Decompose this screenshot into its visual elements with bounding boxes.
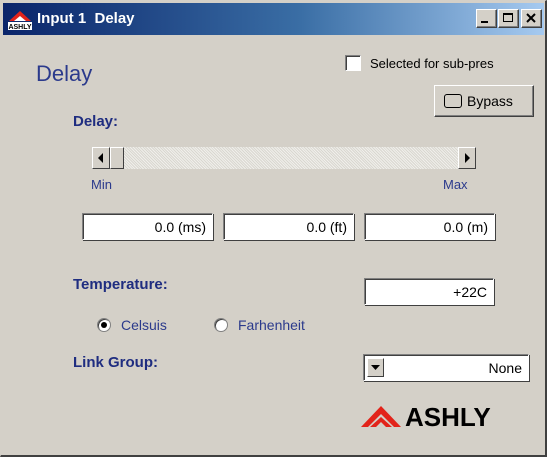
close-button[interactable] [521, 9, 542, 28]
delay-ft-field[interactable]: 0.0 (ft) [223, 213, 354, 240]
temperature-label: Temperature: [73, 276, 168, 293]
slider-max-label: Max [443, 177, 468, 192]
delay-label: Delay: [73, 113, 119, 130]
bypass-label: Bypass [467, 93, 513, 109]
celsius-label: Celsuis [121, 317, 167, 333]
maximize-icon [503, 13, 513, 22]
sub-preset-label: Selected for sub-pres [370, 56, 494, 71]
ashly-brand-logo: ASHLY [361, 402, 491, 430]
delay-m-field[interactable]: 0.0 (m) [364, 213, 495, 240]
ashly-logo-icon: ASHLY [8, 11, 32, 31]
slider-min-label: Min [91, 177, 112, 192]
delay-window: ASHLY Input 1 Delay Delay Selected for s… [0, 0, 547, 457]
title-bar[interactable]: ASHLY Input 1 Delay [3, 3, 544, 35]
link-group-value: None [488, 360, 522, 376]
delay-slider[interactable] [92, 147, 476, 169]
chevron-down-icon [371, 365, 380, 370]
fahrenheit-label: Farhenheit [238, 317, 305, 333]
sub-preset-checkbox[interactable] [345, 55, 361, 71]
slider-left-button[interactable] [92, 147, 110, 169]
arrow-left-icon [98, 153, 103, 163]
slider-thumb[interactable] [110, 147, 124, 169]
link-group-label: Link Group: [73, 354, 158, 371]
minimize-icon [481, 21, 488, 23]
dropdown-button[interactable] [367, 358, 384, 377]
radio-selected-dot [101, 322, 107, 328]
delay-ms-field[interactable]: 0.0 (ms) [82, 213, 213, 240]
svg-text:ASHLY: ASHLY [8, 24, 31, 31]
celsius-radio[interactable] [97, 318, 111, 332]
minimize-button[interactable] [476, 9, 497, 28]
close-icon [526, 13, 536, 23]
arrow-right-icon [465, 153, 470, 163]
fahrenheit-radio[interactable] [214, 318, 228, 332]
brand-name: ASHLY [405, 402, 491, 430]
maximize-button[interactable] [498, 9, 519, 28]
temperature-field[interactable]: +22C [364, 278, 494, 305]
panel-heading: Delay [36, 61, 93, 86]
bypass-led-icon [444, 94, 462, 108]
slider-right-button[interactable] [458, 147, 476, 169]
bypass-button[interactable]: Bypass [434, 85, 534, 117]
window-title: Input 1 Delay [37, 10, 135, 27]
link-group-select[interactable]: None [363, 354, 529, 381]
